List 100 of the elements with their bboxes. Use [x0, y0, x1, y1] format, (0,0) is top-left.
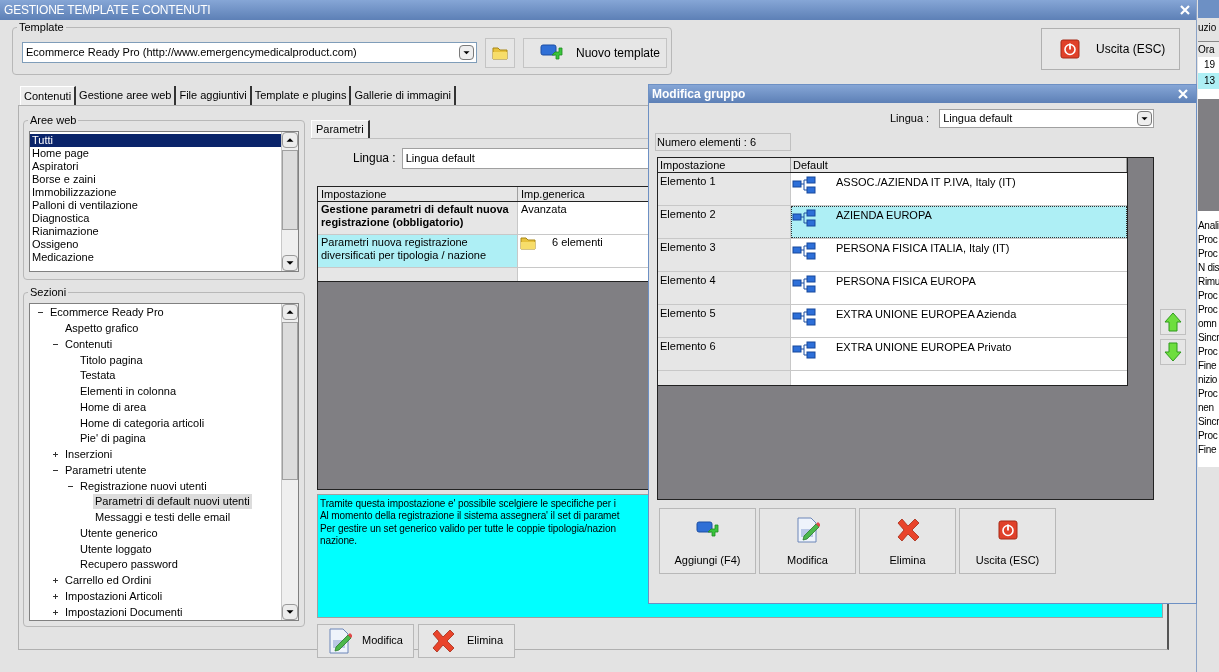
- log-line: nizio: [1198, 373, 1219, 387]
- tree-item[interactable]: Messaggi e testi delle email: [93, 510, 233, 526]
- tree-item[interactable]: Inserzioni: [63, 447, 115, 463]
- log-line: N dis: [1198, 261, 1219, 275]
- element-value-cell[interactable]: EXTRA UNIONE EUROPEA Azienda: [791, 305, 1127, 337]
- edit-button[interactable]: Modifica: [759, 508, 856, 574]
- edit-document-icon: [795, 515, 820, 544]
- list-item[interactable]: Rianimazione: [30, 225, 281, 238]
- element-name-cell: Elemento 6: [658, 338, 791, 370]
- group-label: Aree web: [28, 113, 79, 127]
- tree-item[interactable]: Elementi in colonna: [78, 384, 178, 400]
- tree-item[interactable]: Utente generico: [78, 525, 160, 541]
- add-button[interactable]: Aggiungi (F4): [659, 508, 756, 574]
- tree-item[interactable]: Pie' di pagina: [78, 431, 148, 447]
- tab[interactable]: Contenuti: [20, 86, 77, 105]
- tree-item[interactable]: Recupero password: [78, 557, 180, 573]
- language-select[interactable]: Lingua default: [939, 109, 1155, 128]
- element-name-cell: Elemento 5: [658, 305, 791, 337]
- list-item[interactable]: Tutti: [30, 134, 281, 147]
- element-value-cell[interactable]: AZIENDA EUROPA: [791, 206, 1127, 238]
- edit-button[interactable]: Modifica: [317, 623, 414, 658]
- element-value-cell[interactable]: PERSONA FISICA EUROPA: [791, 272, 1127, 304]
- tree-item[interactable]: Utente loggato: [78, 541, 154, 557]
- list-item[interactable]: Aspiratori: [30, 160, 281, 173]
- new-template-button[interactable]: Nuovo template: [523, 37, 667, 68]
- list-item[interactable]: Immobilizzazione: [30, 186, 281, 199]
- field-label: Lingua :: [890, 111, 930, 127]
- title-bar: [1198, 0, 1219, 18]
- column-header: Default: [791, 158, 1127, 172]
- list-item[interactable]: Ossigeno: [30, 238, 281, 251]
- exit-button[interactable]: Uscita (ESC): [959, 508, 1056, 574]
- log-line: Sincr: [1198, 331, 1219, 345]
- tab[interactable]: Gestione aree web: [76, 86, 177, 105]
- setting-cell[interactable]: Gestione parametri di default nuova registrazione (obbligatorio): [318, 201, 518, 234]
- element-name-cell: Elemento 1: [658, 173, 791, 205]
- tree-item[interactable]: Impostazioni Articoli: [63, 588, 165, 604]
- log-line: Proc: [1198, 303, 1219, 317]
- power-icon: [1060, 39, 1080, 59]
- tree-item[interactable]: Registrazione nuovi utenti: [78, 478, 209, 494]
- delete-button[interactable]: Elimina: [418, 623, 515, 658]
- tree-item[interactable]: Parametri di default nuovi utenti: [93, 494, 252, 510]
- delete-button[interactable]: Elimina: [859, 508, 956, 574]
- expand-icon[interactable]: [51, 591, 60, 601]
- expand-icon[interactable]: [51, 450, 60, 460]
- hierarchy-icon: [792, 275, 816, 293]
- tab[interactable]: Parametri: [311, 120, 370, 138]
- template-select[interactable]: Ecommerce Ready Pro (http://www.emergencymedicalproduct.com): [22, 42, 477, 63]
- list-item[interactable]: Home page: [30, 147, 281, 160]
- scroll-down-icon[interactable]: [282, 604, 298, 620]
- element-count: Numero elementi : 6: [655, 133, 791, 151]
- scrollbar[interactable]: [281, 304, 298, 620]
- tree-item[interactable]: Home di area: [78, 399, 149, 415]
- hierarchy-icon: [792, 209, 816, 227]
- exit-button[interactable]: Uscita (ESC): [1041, 28, 1180, 70]
- log-line: Fine: [1198, 443, 1218, 457]
- tree-item[interactable]: Home di categoria articoli: [78, 415, 207, 431]
- log-line: Proc: [1198, 345, 1219, 359]
- setting-cell[interactable]: Parametri nuova registrazione diversificati per tipologia / nazione: [318, 234, 518, 267]
- scrollbar[interactable]: [281, 132, 298, 271]
- tree-item[interactable]: Ecommerce Ready Pro: [48, 305, 166, 321]
- expand-icon[interactable]: [51, 607, 60, 617]
- scroll-down-icon[interactable]: [282, 255, 298, 271]
- tab[interactable]: Template e plugins: [251, 86, 352, 105]
- tree-item[interactable]: Testata: [78, 368, 118, 384]
- element-name-cell: Elemento 4: [658, 272, 791, 304]
- log-line: Fine: [1198, 359, 1218, 373]
- element-value-cell[interactable]: ASSOC./AZIENDA IT P.IVA, Italy (IT): [791, 173, 1127, 205]
- log-line: Proc: [1198, 233, 1219, 247]
- tree-item[interactable]: Aspetto grafico: [63, 321, 141, 337]
- scroll-up-icon[interactable]: [282, 304, 298, 320]
- list-item[interactable]: Medicazione: [30, 251, 281, 264]
- close-icon[interactable]: [1178, 89, 1188, 99]
- value-cell: 6 elementi: [552, 235, 603, 249]
- screen-plus-icon: [695, 519, 720, 540]
- tree-item[interactable]: Parametri utente: [63, 462, 149, 478]
- tab[interactable]: File aggiuntivi: [176, 86, 252, 105]
- log-line: Proc: [1198, 429, 1219, 443]
- dropdown-arrow-icon[interactable]: [459, 45, 474, 60]
- list-item[interactable]: Diagnostica: [30, 212, 281, 225]
- log-line: Rimu: [1198, 275, 1219, 289]
- column-header: Ora: [1198, 42, 1219, 57]
- tree-item[interactable]: Titolo pagina: [78, 352, 145, 368]
- hierarchy-icon: [792, 308, 816, 326]
- log-line: Anali: [1198, 219, 1219, 233]
- log-line: omn: [1198, 317, 1218, 331]
- tree-item[interactable]: Contenuti: [63, 336, 115, 352]
- list-item[interactable]: Borse e zaini: [30, 173, 281, 186]
- scroll-up-icon[interactable]: [282, 132, 298, 148]
- hierarchy-icon: [792, 176, 816, 194]
- tree-item[interactable]: Impostazioni Documenti: [63, 604, 185, 620]
- list-item[interactable]: Palloni di ventilazione: [30, 199, 281, 212]
- dropdown-arrow-icon[interactable]: [1137, 111, 1153, 126]
- expand-icon[interactable]: [51, 576, 60, 586]
- value-cell: Avanzata: [520, 202, 567, 216]
- close-icon[interactable]: [1180, 5, 1190, 15]
- element-value-cell[interactable]: PERSONA FISICA ITALIA, Italy (IT): [791, 239, 1127, 271]
- group-label: Template: [17, 20, 66, 34]
- tab[interactable]: Gallerie di immagini: [351, 86, 457, 105]
- element-value-cell[interactable]: EXTRA UNIONE EUROPEA Privato: [791, 338, 1127, 370]
- tree-item[interactable]: Carrello ed Ordini: [63, 573, 154, 589]
